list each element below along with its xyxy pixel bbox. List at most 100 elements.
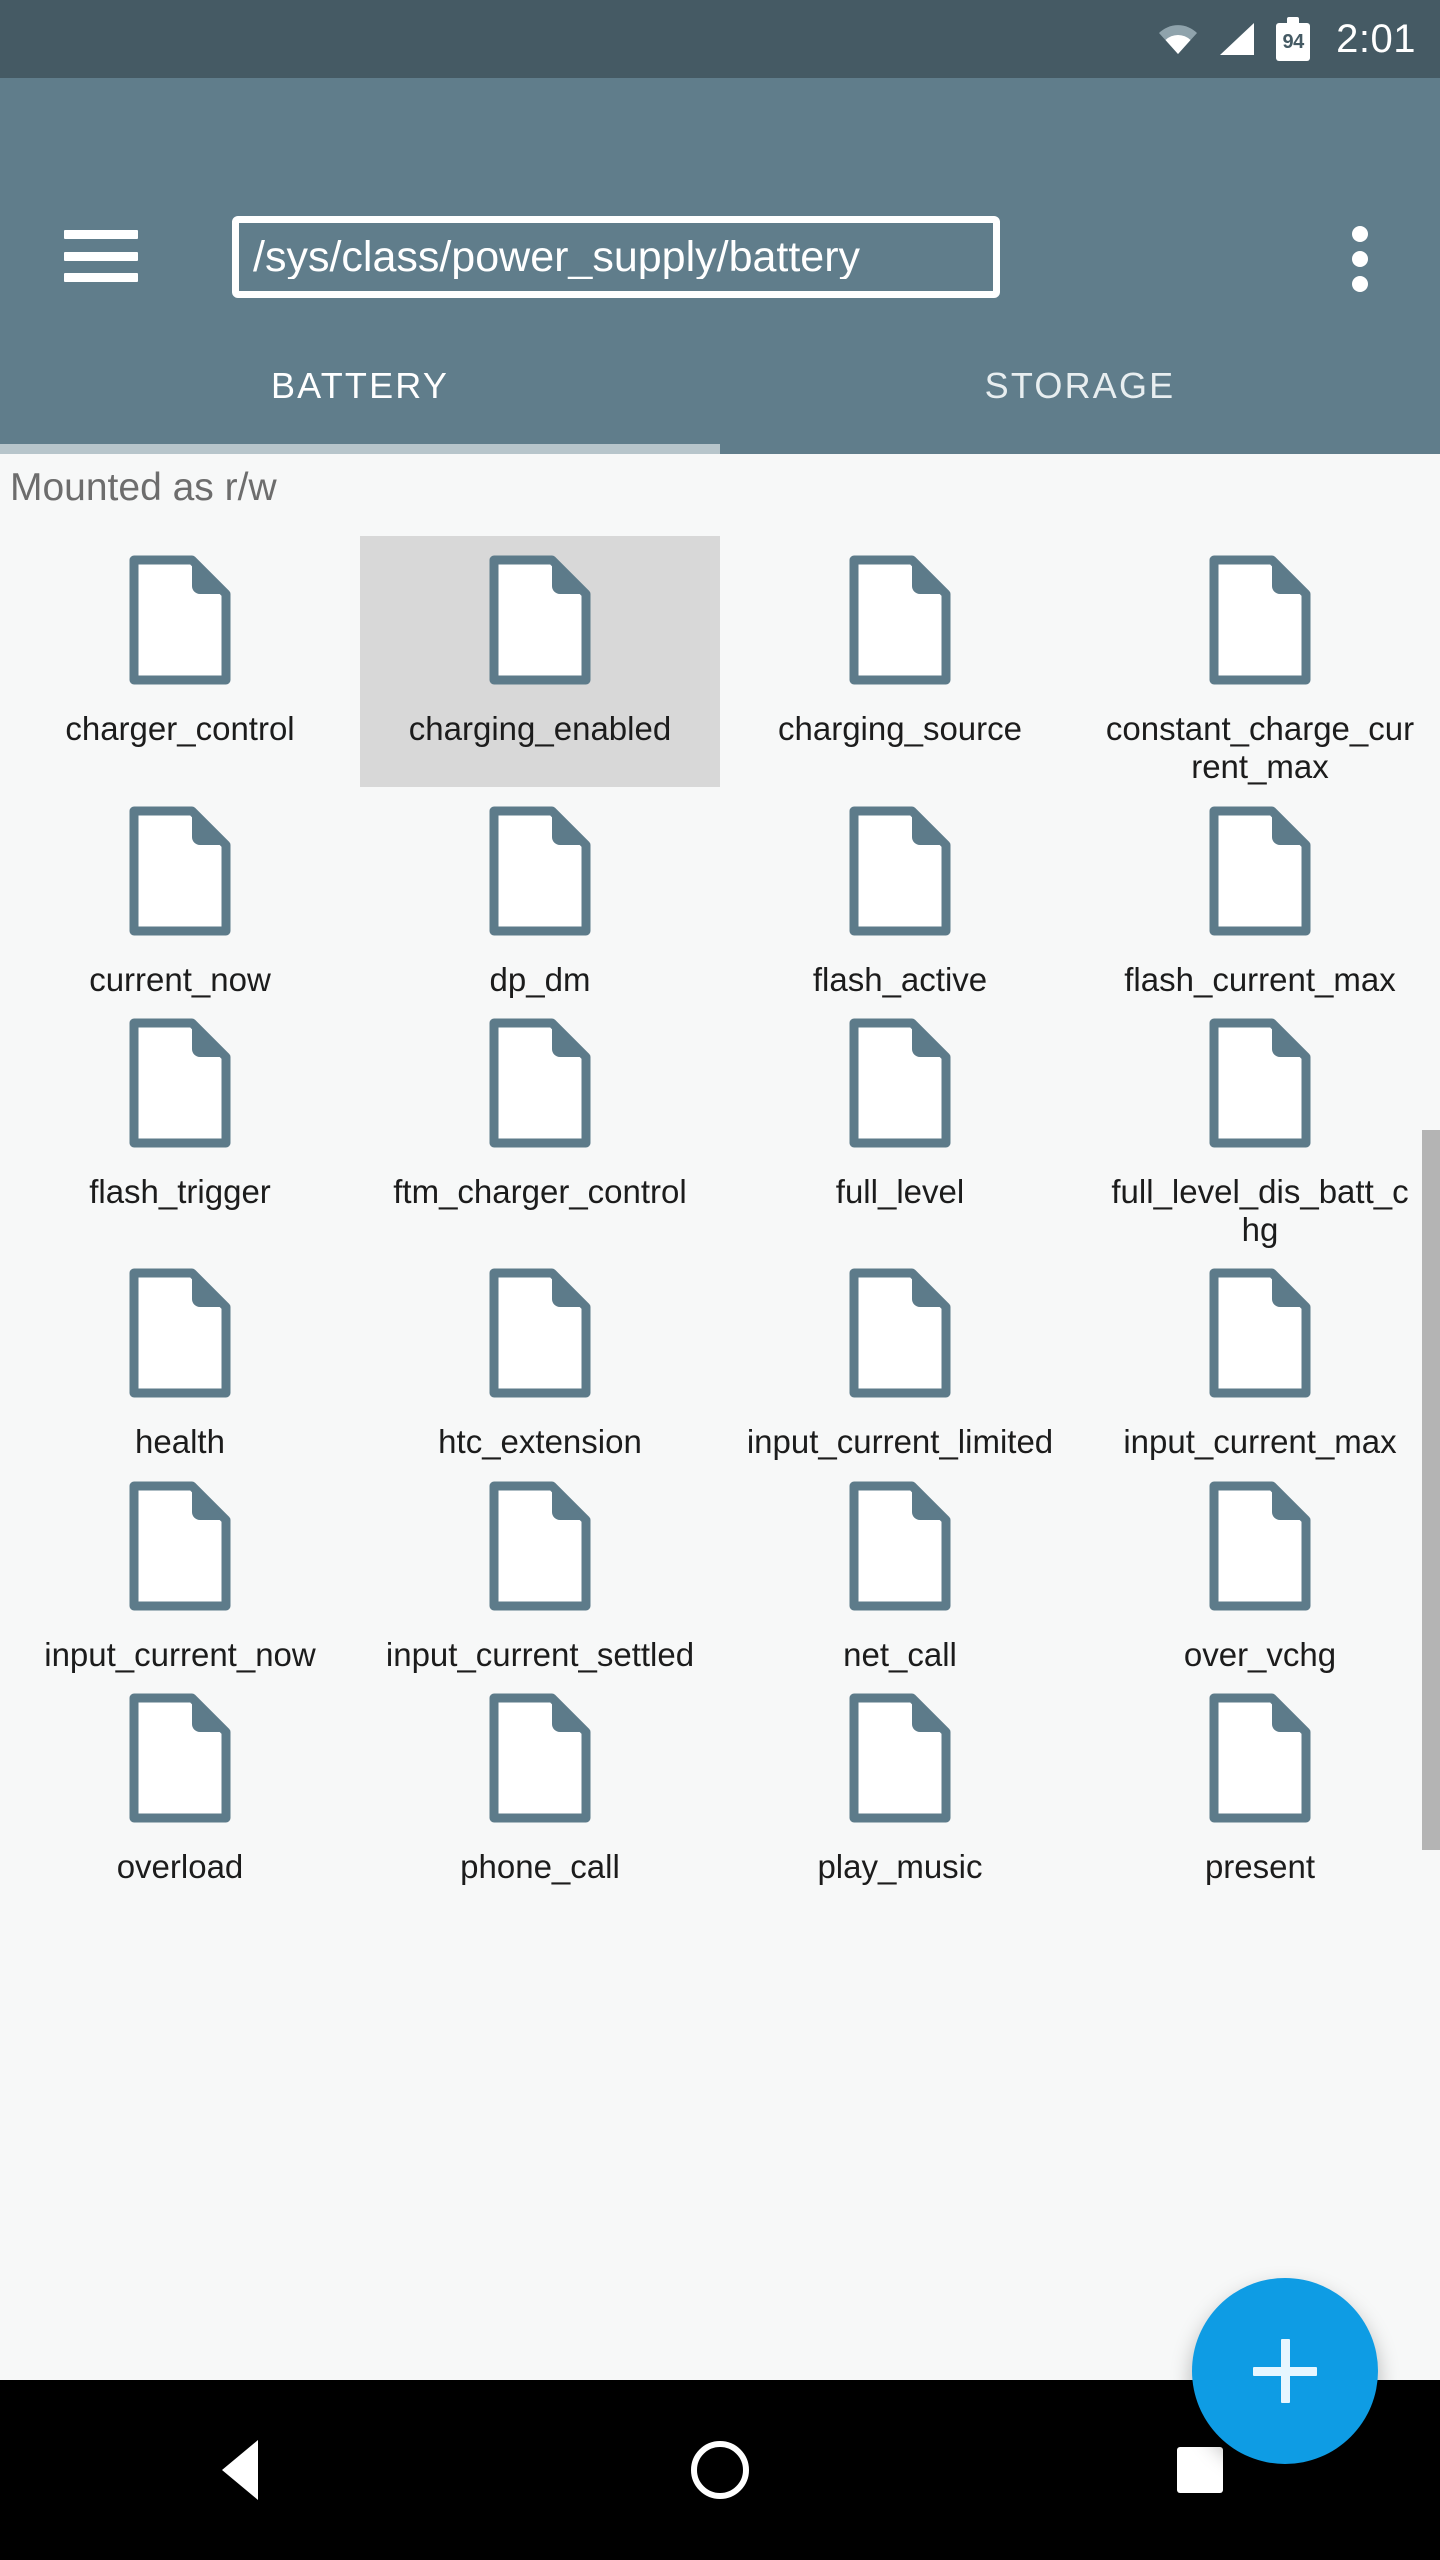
file-icon bbox=[125, 1480, 235, 1612]
file-item-label: full_level bbox=[835, 1172, 965, 1210]
file-item-label: ftm_charger_control bbox=[393, 1172, 687, 1210]
path-input[interactable]: /sys/class/power_supply/battery bbox=[232, 216, 1000, 298]
file-icon bbox=[485, 1480, 595, 1612]
file-item-label: input_current_limited bbox=[746, 1423, 1054, 1461]
tab-battery-label: BATTERY bbox=[270, 365, 450, 406]
file-icon bbox=[845, 554, 955, 686]
overflow-menu-icon[interactable] bbox=[1350, 226, 1370, 292]
file-item[interactable]: charging_source bbox=[720, 536, 1080, 787]
file-icon bbox=[125, 1017, 235, 1149]
file-icon bbox=[125, 554, 235, 686]
file-item[interactable]: flash_trigger bbox=[0, 999, 360, 1250]
file-item-label: constant_charge_current_max bbox=[1105, 710, 1415, 786]
file-icon bbox=[1205, 1017, 1315, 1149]
file-icon bbox=[485, 805, 595, 937]
nav-back-button[interactable] bbox=[160, 2380, 320, 2560]
status-bar: 94 2:01 bbox=[0, 0, 1440, 78]
tab-bar: BATTERY STORAGE bbox=[0, 318, 1440, 454]
path-input-value: /sys/class/power_supply/battery bbox=[253, 235, 861, 279]
plus-icon bbox=[1253, 2339, 1317, 2403]
file-item-label: over_vchg bbox=[1183, 1635, 1337, 1673]
file-icon bbox=[125, 1692, 235, 1824]
file-item-label: charging_enabled bbox=[408, 710, 672, 747]
file-item-label: htc_extension bbox=[438, 1423, 642, 1461]
file-item[interactable]: charging_enabled bbox=[360, 536, 720, 787]
file-icon bbox=[845, 1017, 955, 1149]
file-item[interactable]: flash_active bbox=[720, 787, 1080, 999]
file-item[interactable]: dp_dm bbox=[360, 787, 720, 999]
file-item-label: health bbox=[135, 1423, 225, 1461]
file-item-label: input_current_max bbox=[1123, 1423, 1397, 1461]
mount-status-text: Mounted as r/w bbox=[10, 466, 277, 509]
file-item[interactable]: full_level bbox=[720, 999, 1080, 1250]
file-item-label: current_now bbox=[89, 960, 271, 998]
file-item[interactable]: current_now bbox=[0, 787, 360, 999]
home-circle-icon bbox=[691, 2441, 749, 2499]
file-icon bbox=[1205, 554, 1315, 686]
file-item-label: play_music bbox=[817, 1847, 983, 1885]
file-item[interactable]: flash_current_max bbox=[1080, 787, 1440, 999]
file-item-label: overload bbox=[116, 1847, 244, 1885]
file-item-label: flash_active bbox=[812, 960, 988, 998]
tab-storage-label: STORAGE bbox=[984, 365, 1176, 406]
tab-battery[interactable]: BATTERY bbox=[0, 318, 720, 454]
file-item[interactable]: phone_call bbox=[360, 1674, 720, 1886]
file-item[interactable]: over_vchg bbox=[1080, 1462, 1440, 1674]
back-triangle-icon bbox=[222, 2440, 258, 2500]
file-item-label: net_call bbox=[843, 1635, 957, 1673]
file-item[interactable]: input_current_max bbox=[1080, 1249, 1440, 1461]
file-item[interactable]: htc_extension bbox=[360, 1249, 720, 1461]
app-bar-top-row: /sys/class/power_supply/battery bbox=[0, 78, 1440, 318]
status-icons: 94 2:01 bbox=[1158, 17, 1416, 61]
file-icon bbox=[485, 1017, 595, 1149]
file-item-label: full_level_dis_batt_chg bbox=[1111, 1172, 1409, 1249]
signal-icon bbox=[1218, 22, 1256, 56]
hamburger-menu-icon[interactable] bbox=[64, 230, 138, 282]
file-icon bbox=[485, 1692, 595, 1824]
file-icon bbox=[1205, 1480, 1315, 1612]
wifi-icon bbox=[1158, 23, 1198, 55]
battery-icon: 94 bbox=[1276, 17, 1311, 61]
file-item[interactable]: overload bbox=[0, 1674, 360, 1886]
file-item-label: phone_call bbox=[460, 1847, 620, 1885]
file-item-label: input_current_settled bbox=[385, 1635, 695, 1673]
nav-home-button[interactable] bbox=[640, 2380, 800, 2560]
file-item-label: input_current_now bbox=[44, 1635, 316, 1673]
file-item[interactable]: net_call bbox=[720, 1462, 1080, 1674]
file-icon bbox=[845, 1480, 955, 1612]
file-item[interactable]: charger_control bbox=[0, 536, 360, 787]
file-item[interactable]: full_level_dis_batt_chg bbox=[1080, 999, 1440, 1250]
file-item[interactable]: ftm_charger_control bbox=[360, 999, 720, 1250]
file-item[interactable]: play_music bbox=[720, 1674, 1080, 1886]
recents-square-icon bbox=[1177, 2447, 1223, 2493]
file-icon bbox=[125, 1267, 235, 1399]
file-item-label: flash_trigger bbox=[89, 1172, 271, 1210]
file-icon bbox=[1205, 1692, 1315, 1824]
vertical-scrollbar[interactable] bbox=[1422, 1130, 1440, 1850]
file-item-label: charger_control bbox=[65, 710, 295, 747]
file-item[interactable]: health bbox=[0, 1249, 360, 1461]
file-item-label: dp_dm bbox=[489, 960, 591, 998]
file-icon bbox=[845, 805, 955, 937]
app-screen: 94 2:01 /sys/class/power_supply/battery … bbox=[0, 0, 1440, 2560]
file-item-label: charging_source bbox=[778, 710, 1022, 747]
file-item[interactable]: input_current_now bbox=[0, 1462, 360, 1674]
file-grid: charger_control charging_enabled charging_… bbox=[0, 536, 1440, 1886]
file-icon bbox=[485, 554, 595, 686]
file-item[interactable]: input_current_settled bbox=[360, 1462, 720, 1674]
tab-storage[interactable]: STORAGE bbox=[720, 318, 1440, 454]
file-item[interactable]: present bbox=[1080, 1674, 1440, 1886]
file-item[interactable]: input_current_limited bbox=[720, 1249, 1080, 1461]
file-icon bbox=[125, 805, 235, 937]
file-icon bbox=[1205, 805, 1315, 937]
file-browser-content: Mounted as r/w charger_control charging_e… bbox=[0, 454, 1440, 2380]
tab-active-indicator bbox=[0, 444, 720, 454]
status-bar-clock: 2:01 bbox=[1336, 17, 1416, 61]
file-icon bbox=[845, 1267, 955, 1399]
file-icon bbox=[1205, 1267, 1315, 1399]
file-icon bbox=[845, 1692, 955, 1824]
battery-level-text: 94 bbox=[1282, 30, 1305, 53]
add-button-fab[interactable] bbox=[1192, 2278, 1378, 2464]
file-icon bbox=[485, 1267, 595, 1399]
file-item[interactable]: constant_charge_current_max bbox=[1080, 536, 1440, 787]
